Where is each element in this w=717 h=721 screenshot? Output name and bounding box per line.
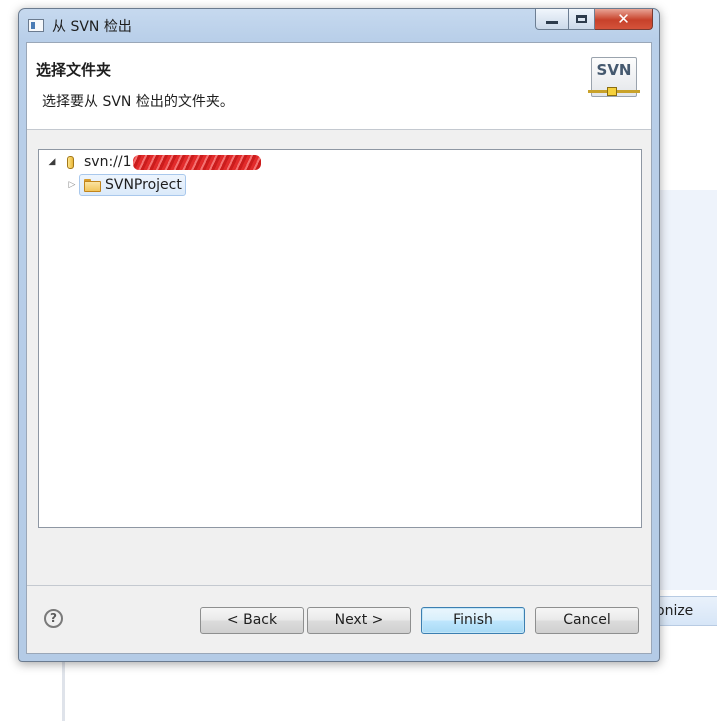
tree-row-svnproject[interactable]: ▷ SVNProject [67, 174, 186, 196]
window-icon [28, 19, 44, 32]
background-panel [658, 190, 717, 590]
dialog-content: 选择文件夹 选择要从 SVN 检出的文件夹。 SVN ◢ svn://1 ▷ S… [26, 42, 652, 654]
caption-buttons: ✕ [535, 9, 653, 31]
tree-item-selected[interactable]: SVNProject [79, 174, 186, 196]
tree-item-label: SVNProject [105, 177, 182, 193]
minimize-button[interactable] [535, 9, 569, 30]
redacted-url-mark [132, 154, 261, 170]
header-divider [27, 129, 651, 130]
tree-row-repository[interactable]: ◢ svn://1 [47, 151, 261, 173]
title-bar[interactable]: 从 SVN 检出 ✕ [19, 9, 659, 43]
cancel-button[interactable]: Cancel [535, 607, 639, 634]
collapse-arrow-icon[interactable]: ▷ [67, 180, 77, 190]
minimize-icon [546, 20, 558, 24]
expand-arrow-icon[interactable]: ◢ [47, 157, 57, 167]
folder-tree[interactable]: ◢ svn://1 ▷ SVNProject [38, 149, 642, 528]
close-icon: ✕ [617, 9, 630, 28]
window-title: 从 SVN 检出 [52, 19, 132, 35]
help-icon[interactable]: ? [44, 609, 63, 628]
maximize-button[interactable] [569, 9, 595, 30]
page-title: 选择文件夹 [36, 61, 112, 79]
wizard-header: 选择文件夹 选择要从 SVN 检出的文件夹。 SVN [27, 43, 651, 129]
maximize-icon [576, 15, 587, 23]
svn-logo-text: SVN [596, 61, 632, 79]
back-button[interactable]: < Back [200, 607, 304, 634]
close-button[interactable]: ✕ [595, 9, 653, 30]
footer-divider [27, 585, 651, 586]
repository-icon [67, 155, 74, 169]
finish-button[interactable]: Finish [421, 607, 525, 634]
svn-logo-icon: SVN [588, 57, 640, 97]
page-description: 选择要从 SVN 检出的文件夹。 [42, 94, 234, 110]
tree-item-label: svn://1 [84, 154, 132, 170]
folder-icon [84, 179, 101, 192]
next-button[interactable]: Next > [307, 607, 411, 634]
checkout-dialog: 从 SVN 检出 ✕ 选择文件夹 选择要从 SVN 检出的文件夹。 SVN ◢ … [18, 8, 660, 662]
